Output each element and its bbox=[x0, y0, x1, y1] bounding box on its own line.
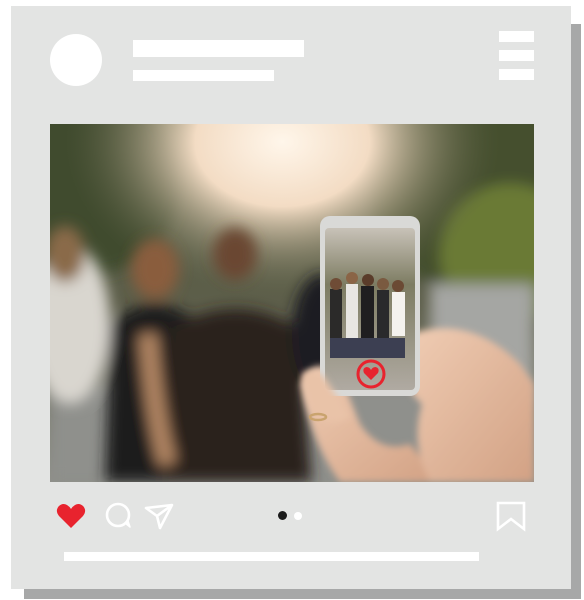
carousel-indicator bbox=[278, 511, 308, 521]
hamburger-menu-icon[interactable] bbox=[499, 31, 534, 81]
post-photo[interactable] bbox=[50, 124, 534, 482]
author-name-placeholder bbox=[133, 40, 304, 57]
comment-bubble-icon[interactable] bbox=[103, 500, 135, 532]
carousel-dot-active[interactable] bbox=[278, 511, 287, 520]
caption-placeholder bbox=[64, 552, 479, 561]
post-actions-bar bbox=[11, 500, 571, 536]
social-post-card bbox=[11, 6, 571, 589]
photo-illustration bbox=[50, 124, 534, 482]
carousel-dot[interactable] bbox=[294, 512, 302, 520]
heart-icon[interactable] bbox=[55, 500, 87, 532]
author-avatar[interactable] bbox=[50, 34, 102, 86]
paper-plane-icon[interactable] bbox=[143, 500, 175, 532]
post-subtitle-placeholder bbox=[133, 70, 274, 81]
bookmark-icon[interactable] bbox=[495, 500, 527, 532]
